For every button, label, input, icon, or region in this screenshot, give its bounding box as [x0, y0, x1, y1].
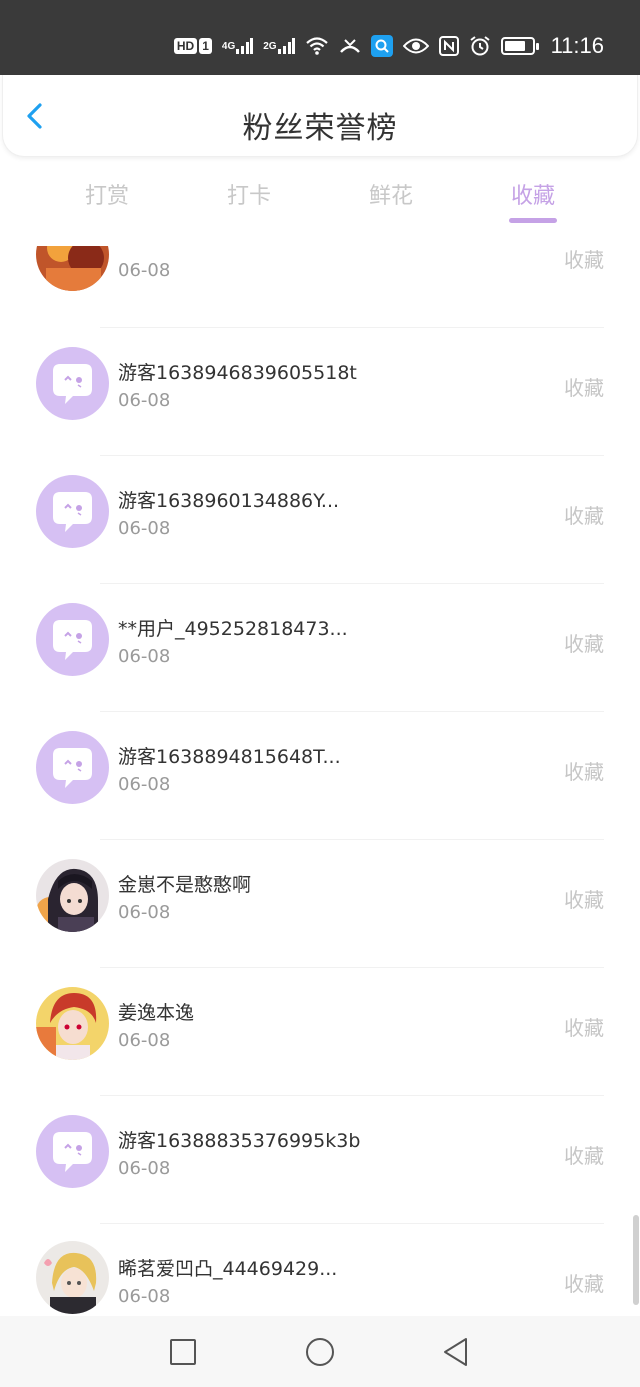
divider	[100, 967, 604, 968]
anime-red-avatar-icon	[36, 987, 109, 1060]
circle-icon	[306, 1338, 334, 1366]
list-item[interactable]: 晞茗爱凹凸_44469429... 06-08 收藏	[0, 1241, 640, 1316]
list-item-action: 收藏	[564, 248, 604, 272]
signal-4g-icon: 4G	[221, 37, 254, 55]
status-time: 11:16	[550, 33, 604, 58]
default-chat-avatar-icon	[36, 603, 109, 676]
signal-2g-icon: 2G	[263, 37, 295, 55]
default-chat-avatar-icon	[36, 347, 109, 420]
list-item-action: 收藏	[564, 632, 604, 656]
list-item-name: 游客1638894815648T...	[118, 746, 341, 768]
list-item[interactable]: 游客16388835376995k3b 06-08 收藏	[0, 1114, 640, 1242]
active-tab-indicator	[509, 218, 557, 223]
divider	[100, 583, 604, 584]
tab-bar: 打赏 打卡 鲜花 收藏	[0, 172, 640, 228]
photo-red-icon	[36, 246, 109, 291]
list-item-date: 06-08	[118, 518, 171, 539]
page-header: 粉丝荣誉榜	[2, 75, 638, 157]
default-chat-avatar-icon	[36, 475, 109, 548]
triangle-back-icon	[444, 1338, 467, 1366]
list-item[interactable]: 游客1638946839605518t 06-08 收藏	[0, 346, 640, 474]
scrollbar-thumb[interactable]	[633, 1215, 639, 1305]
sim-badge: 1	[199, 38, 212, 54]
missed-call-icon	[339, 36, 361, 56]
wifi-icon	[305, 36, 329, 56]
list-item-date: 06-08	[118, 1286, 171, 1307]
hd-badge: HD	[173, 38, 198, 54]
list-item-action: 收藏	[564, 1016, 604, 1040]
search-app-icon	[370, 35, 393, 57]
fan-list: 06-08 收藏 游客1638946839605518t 06-08 收藏 游客…	[0, 246, 640, 1316]
tab-reward[interactable]: 打赏	[52, 178, 162, 210]
list-item-name: **用户_495252818473...	[118, 618, 348, 640]
divider	[100, 1223, 604, 1224]
back-nav-button[interactable]	[440, 1336, 472, 1368]
list-item-action: 收藏	[564, 760, 604, 784]
list-item-name: 晞茗爱凹凸_44469429...	[118, 1258, 338, 1280]
page-title: 粉丝荣誉榜	[242, 111, 398, 146]
divider	[100, 327, 604, 328]
divider	[100, 1095, 604, 1096]
status-icons: HD 1 4G 2G 11:16	[173, 33, 604, 59]
battery-icon	[500, 37, 539, 55]
list-item-date: 06-08	[118, 1030, 171, 1051]
list-item-name: 游客1638946839605518t	[118, 362, 357, 384]
list-item[interactable]: 游客1638960134886Y... 06-08 收藏	[0, 474, 640, 602]
list-item-date: 06-08	[118, 260, 171, 281]
anime-blond-avatar-icon	[36, 1241, 109, 1314]
battery-level-fill	[504, 41, 525, 51]
divider	[100, 711, 604, 712]
list-item-date: 06-08	[118, 390, 171, 411]
list-item[interactable]: 金崽不是憨憨啊 06-08 收藏	[0, 858, 640, 986]
list-item[interactable]: 姜逸本逸 06-08 收藏	[0, 986, 640, 1114]
list-item-action: 收藏	[564, 504, 604, 528]
list-item-action: 收藏	[564, 888, 604, 912]
list-item-name: 姜逸本逸	[118, 1002, 195, 1024]
list-item-date: 06-08	[118, 646, 171, 667]
list-item-name: 游客16388835376995k3b	[118, 1130, 361, 1152]
list-item-name: 金崽不是憨憨啊	[118, 874, 252, 896]
status-bar: HD 1 4G 2G 11:16	[0, 0, 640, 75]
network-4g-label: 4G	[221, 40, 236, 52]
list-item-date: 06-08	[118, 774, 171, 795]
anime-dark-avatar-icon	[36, 859, 109, 932]
default-chat-avatar-icon	[36, 731, 109, 804]
list-item[interactable]: 游客1638894815648T... 06-08 收藏	[0, 730, 640, 858]
network-2g-label: 2G	[263, 40, 277, 52]
tab-flowers[interactable]: 鲜花	[336, 178, 446, 210]
alarm-icon	[469, 35, 491, 57]
default-chat-avatar-icon	[36, 1115, 109, 1188]
list-item-action: 收藏	[564, 1144, 604, 1168]
divider	[100, 455, 604, 456]
list-item[interactable]: 06-08 收藏	[0, 246, 640, 328]
list-item-date: 06-08	[118, 902, 171, 923]
nfc-icon	[438, 36, 459, 56]
divider	[100, 839, 604, 840]
list-item-action: 收藏	[564, 1272, 604, 1296]
tab-favorites[interactable]: 收藏	[478, 178, 588, 210]
recent-apps-button[interactable]	[167, 1336, 199, 1368]
list-item-action: 收藏	[564, 376, 604, 400]
home-button[interactable]	[304, 1336, 336, 1368]
tab-checkin[interactable]: 打卡	[194, 178, 304, 210]
system-nav-bar	[0, 1316, 640, 1387]
square-icon	[170, 1339, 196, 1365]
list-item-date: 06-08	[118, 1158, 171, 1179]
eye-icon	[402, 37, 429, 55]
list-item-name: 游客1638960134886Y...	[118, 490, 340, 512]
list-item[interactable]: **用户_495252818473... 06-08 收藏	[0, 602, 640, 730]
